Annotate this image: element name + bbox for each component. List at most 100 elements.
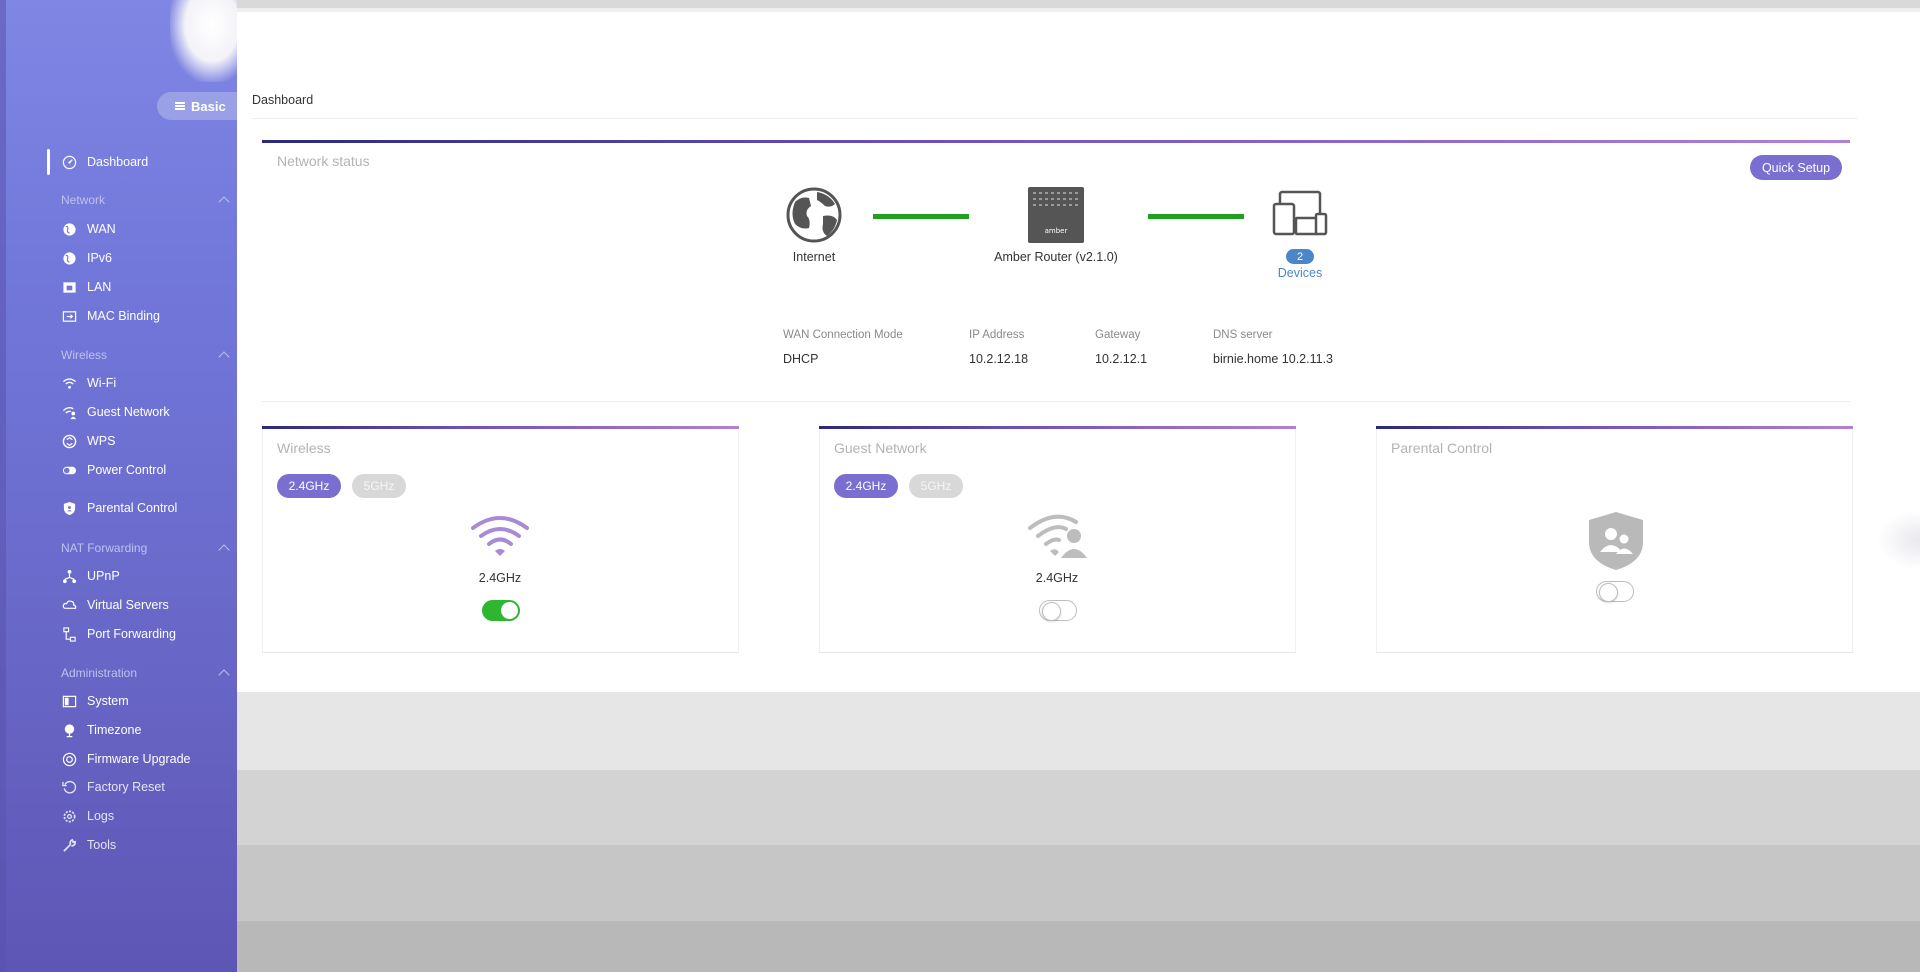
reset-arrow-icon — [61, 779, 77, 795]
chevron-up-icon — [218, 351, 230, 363]
gauge-icon — [61, 154, 77, 170]
cloud-server-icon — [61, 597, 77, 613]
breadcrumb: Dashboard — [252, 93, 314, 107]
shield-icon — [61, 500, 77, 516]
parental-control-card-accent — [1376, 426, 1853, 429]
gear-icon — [61, 808, 77, 824]
wireless-band-5-tab[interactable]: 5GHz — [352, 474, 406, 498]
quick-setup-button[interactable]: Quick Setup — [1750, 155, 1842, 180]
main-content: Dashboard Network status Quick Setup Int… — [237, 0, 1920, 972]
wifi-icon — [61, 375, 77, 391]
right-edge-decoration — [1877, 510, 1920, 570]
section-label: Network — [61, 193, 106, 207]
globe-icon — [61, 221, 77, 237]
system-panel-icon — [61, 693, 77, 709]
sidebar-item-firmware-upgrade[interactable]: Firmware Upgrade — [61, 748, 191, 770]
guest-network-toggle[interactable] — [1039, 600, 1077, 621]
sidebar-item-label: Tools — [87, 838, 117, 852]
sidebar-item-label: LAN — [87, 280, 112, 294]
sidebar-item-label: Logs — [87, 809, 115, 823]
wireless-toggle[interactable] — [482, 600, 520, 621]
link-card-icon — [61, 308, 77, 324]
toggle-icon — [61, 462, 77, 478]
section-label: Wireless — [61, 348, 108, 362]
guest-wifi-icon — [1028, 514, 1088, 558]
sidebar-item-logs[interactable]: Logs — [61, 805, 114, 827]
sidebar-item-wifi[interactable]: Wi-Fi — [61, 372, 116, 394]
wifi-icon — [471, 514, 529, 558]
sidebar-item-label: Guest Network — [87, 405, 170, 419]
section-wireless[interactable]: Wireless — [61, 348, 231, 363]
wan-mode-value: DHCP — [783, 352, 819, 366]
guest-wifi-icon — [61, 404, 77, 420]
globe-icon — [61, 250, 77, 266]
internet-label: Internet — [792, 250, 836, 264]
sidebar-item-label: Port Forwarding — [87, 627, 176, 641]
section-label: NAT Forwarding — [61, 541, 148, 555]
router-brand-text: amber — [1045, 227, 1068, 235]
wireless-band-24-tab[interactable]: 2.4GHz — [277, 474, 341, 498]
dns-server-label: DNS server — [1213, 329, 1273, 341]
network-status-title: Network status — [277, 153, 370, 169]
devices-link[interactable]: Devices — [1260, 266, 1340, 280]
network-status-accent — [262, 140, 1850, 143]
gateway-label: Gateway — [1095, 329, 1141, 341]
sidebar-item-parental-control[interactable]: Parental Control — [61, 497, 177, 519]
sidebar-item-system[interactable]: System — [61, 690, 129, 712]
chevron-up-icon — [218, 196, 230, 208]
wrench-icon — [61, 837, 77, 853]
sidebar-item-virtual-servers[interactable]: Virtual Servers — [61, 594, 169, 616]
parental-control-toggle[interactable] — [1596, 581, 1634, 602]
devices-icon[interactable] — [1272, 190, 1328, 236]
sidebar-item-tools[interactable]: Tools — [61, 834, 116, 856]
globe-icon[interactable] — [785, 186, 843, 244]
background-band — [237, 845, 1920, 921]
sidebar-decoration — [170, 0, 237, 82]
sidebar-item-power-control[interactable]: Power Control — [61, 459, 166, 481]
sidebar-item-label: UPnP — [87, 569, 120, 583]
dns-server-value: birnie.home 10.2.11.3 — [1213, 352, 1333, 366]
sidebar-item-mac-binding[interactable]: MAC Binding — [61, 305, 160, 327]
internet-router-link — [873, 214, 969, 219]
sidebar-item-timezone[interactable]: Timezone — [61, 719, 141, 741]
router-devices-link — [1148, 214, 1244, 219]
section-network[interactable]: Network — [61, 193, 231, 208]
sidebar-item-label: WAN — [87, 222, 116, 236]
parental-shield-icon — [1586, 510, 1646, 572]
guest-band-24-tab[interactable]: 2.4GHz — [834, 474, 898, 498]
guest-band-5-tab[interactable]: 5GHz — [909, 474, 963, 498]
network-nodes-icon — [61, 568, 77, 584]
sidebar-item-label: Firmware Upgrade — [87, 752, 191, 766]
sidebar-item-lan[interactable]: LAN — [61, 276, 111, 298]
section-nat-forwarding[interactable]: NAT Forwarding — [61, 541, 231, 556]
sidebar-item-wan[interactable]: WAN — [61, 218, 116, 240]
router-icon[interactable]: amber — [1027, 186, 1085, 244]
globe-stand-icon — [61, 722, 77, 738]
header-divider — [252, 118, 1857, 119]
sidebar-item-label: IPv6 — [87, 251, 113, 265]
section-divider — [262, 401, 1850, 402]
basic-mode-label: Basic — [191, 98, 226, 114]
sidebar-item-ipv6[interactable]: IPv6 — [61, 247, 112, 269]
refresh-chip-icon — [61, 751, 77, 767]
section-administration[interactable]: Administration — [61, 666, 231, 681]
sidebar-item-guest-network[interactable]: Guest Network — [61, 401, 170, 423]
sidebar-item-label: Virtual Servers — [87, 598, 169, 612]
sidebar-item-label: Timezone — [87, 723, 142, 737]
sidebar-item-label: WPS — [87, 434, 116, 448]
wps-icon — [61, 433, 77, 449]
sidebar-item-label: System — [87, 694, 129, 708]
sidebar-item-dashboard[interactable]: Dashboard — [61, 151, 148, 173]
sidebar-item-port-forwarding[interactable]: Port Forwarding — [61, 623, 176, 645]
sidebar-item-label: Dashboard — [87, 155, 149, 169]
sidebar-item-factory-reset[interactable]: Factory Reset — [61, 776, 165, 798]
menu-lines-icon — [175, 102, 185, 110]
ip-address-value: 10.2.12.18 — [969, 352, 1029, 366]
sidebar-item-label: Parental Control — [87, 501, 178, 515]
sidebar-item-upnp[interactable]: UPnP — [61, 565, 120, 587]
chevron-up-icon — [218, 669, 230, 681]
sidebar-item-wps[interactable]: WPS — [61, 430, 115, 452]
parental-control-card-title: Parental Control — [1391, 440, 1493, 456]
basic-mode-button[interactable]: Basic — [157, 92, 237, 120]
background-band — [237, 692, 1920, 770]
